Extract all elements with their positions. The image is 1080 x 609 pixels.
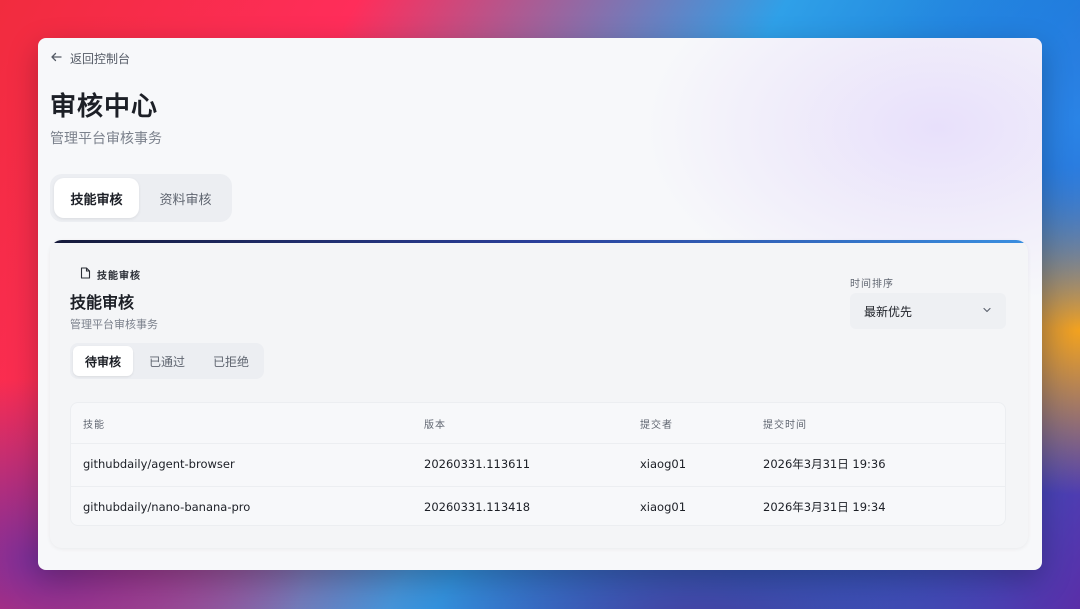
column-header-version: 版本 xyxy=(424,419,446,431)
status-tabs: 待审核 已通过 已拒绝 xyxy=(70,343,264,379)
card-accent-bar xyxy=(50,240,1028,243)
chevron-down-icon xyxy=(982,304,992,318)
column-header-submitter: 提交者 xyxy=(640,419,673,431)
submitter-cell: xiaog01 xyxy=(640,457,687,471)
column-header-skill: 技能 xyxy=(83,419,105,431)
sort-select[interactable]: 最新优先 xyxy=(850,293,1006,329)
card-title: 技能审核 xyxy=(70,293,135,312)
review-table: 技能 版本 提交者 提交时间 githubdaily/agent-browser… xyxy=(70,402,1006,526)
card-tag-label: 技能审核 xyxy=(97,271,141,282)
page-title: 审核中心 xyxy=(50,92,159,122)
document-icon xyxy=(80,267,91,282)
back-link-label: 返回控制台 xyxy=(70,52,131,66)
main-tabs: 技能审核 资料审核 xyxy=(50,174,232,222)
tab-skill-review[interactable]: 技能审核 xyxy=(54,178,139,218)
skill-review-card: 技能审核 技能审核 管理平台审核事务 时间排序 最新优先 待审核 已通过 已拒绝… xyxy=(50,240,1028,548)
table-row[interactable]: githubdaily/nano-banana-pro 20260331.113… xyxy=(71,486,1005,527)
tab-material-review[interactable]: 资料审核 xyxy=(143,178,228,218)
column-header-submit-time: 提交时间 xyxy=(763,419,807,431)
submit-time-cell: 2026年3月31日 19:34 xyxy=(763,500,886,514)
skill-name-cell: githubdaily/nano-banana-pro xyxy=(83,500,251,514)
card-subtitle: 管理平台审核事务 xyxy=(70,318,158,331)
tab-rejected[interactable]: 已拒绝 xyxy=(201,346,261,376)
sort-label: 时间排序 xyxy=(850,279,894,290)
table-row[interactable]: githubdaily/agent-browser 20260331.11361… xyxy=(71,443,1005,484)
sort-select-value: 最新优先 xyxy=(864,304,913,319)
submit-time-cell: 2026年3月31日 19:36 xyxy=(763,457,886,471)
skill-name-cell: githubdaily/agent-browser xyxy=(83,457,235,471)
page-subtitle: 管理平台审核事务 xyxy=(50,131,162,147)
table-header: 技能 版本 提交者 提交时间 xyxy=(71,403,1005,443)
review-center-window: 返回控制台 审核中心 管理平台审核事务 技能审核 资料审核 技能审核 技能审核 … xyxy=(38,38,1042,570)
version-cell: 20260331.113611 xyxy=(424,457,531,471)
tab-approved[interactable]: 已通过 xyxy=(137,346,197,376)
arrow-left-icon xyxy=(50,51,62,66)
version-cell: 20260331.113418 xyxy=(424,500,531,514)
submitter-cell: xiaog01 xyxy=(640,500,687,514)
back-to-console-link[interactable]: 返回控制台 xyxy=(50,50,130,67)
card-tag: 技能审核 xyxy=(80,267,141,282)
tab-pending[interactable]: 待审核 xyxy=(73,346,133,376)
